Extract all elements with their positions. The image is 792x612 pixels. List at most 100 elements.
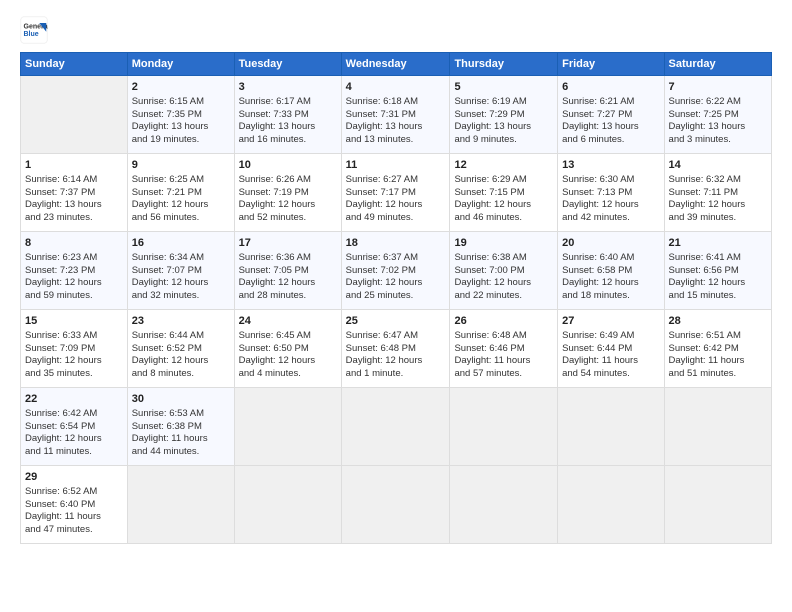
day-info: Sunset: 7:17 PM [346, 187, 446, 200]
day-info: and 42 minutes. [562, 212, 659, 225]
day-info: and 22 minutes. [454, 290, 553, 303]
day-info: Sunset: 7:21 PM [132, 187, 230, 200]
day-info: Sunset: 7:09 PM [25, 343, 123, 356]
day-info: Sunset: 7:07 PM [132, 265, 230, 278]
calendar-cell: 24Sunrise: 6:45 AMSunset: 6:50 PMDayligh… [234, 310, 341, 388]
day-info: Sunset: 6:54 PM [25, 421, 123, 434]
day-info: Daylight: 12 hours [25, 433, 123, 446]
day-info: Daylight: 13 hours [562, 121, 659, 134]
day-info: Sunset: 6:56 PM [669, 265, 767, 278]
day-info: Sunrise: 6:52 AM [25, 486, 123, 499]
calendar-cell [341, 466, 450, 544]
day-number: 10 [239, 158, 337, 173]
day-info: and 46 minutes. [454, 212, 553, 225]
col-wednesday: Wednesday [341, 53, 450, 76]
day-info: Sunset: 7:19 PM [239, 187, 337, 200]
day-number: 13 [562, 158, 659, 173]
day-number: 22 [25, 392, 123, 407]
calendar-cell [664, 388, 771, 466]
day-info: Sunset: 6:42 PM [669, 343, 767, 356]
day-number: 9 [132, 158, 230, 173]
day-info: Sunset: 7:33 PM [239, 109, 337, 122]
day-number: 28 [669, 314, 767, 329]
day-info: Sunrise: 6:51 AM [669, 330, 767, 343]
header: General Blue [20, 16, 772, 44]
day-info: Sunset: 7:13 PM [562, 187, 659, 200]
col-thursday: Thursday [450, 53, 558, 76]
day-info: Daylight: 12 hours [132, 199, 230, 212]
calendar-cell: 3Sunrise: 6:17 AMSunset: 7:33 PMDaylight… [234, 76, 341, 154]
day-info: Sunset: 6:52 PM [132, 343, 230, 356]
day-info: Sunrise: 6:53 AM [132, 408, 230, 421]
day-info: Sunrise: 6:33 AM [25, 330, 123, 343]
day-info: and 23 minutes. [25, 212, 123, 225]
day-number: 11 [346, 158, 446, 173]
day-info: Sunrise: 6:30 AM [562, 174, 659, 187]
day-info: Sunrise: 6:26 AM [239, 174, 337, 187]
calendar-cell: 17Sunrise: 6:36 AMSunset: 7:05 PMDayligh… [234, 232, 341, 310]
day-info: and 4 minutes. [239, 368, 337, 381]
day-number: 19 [454, 236, 553, 251]
calendar-cell [341, 388, 450, 466]
calendar-week-5: 29Sunrise: 6:52 AMSunset: 6:40 PMDayligh… [21, 466, 772, 544]
day-info: and 8 minutes. [132, 368, 230, 381]
calendar-cell: 9Sunrise: 6:25 AMSunset: 7:21 PMDaylight… [127, 154, 234, 232]
calendar-cell [558, 388, 664, 466]
calendar-cell [234, 388, 341, 466]
day-number: 21 [669, 236, 767, 251]
day-info: Daylight: 12 hours [346, 199, 446, 212]
day-info: Daylight: 12 hours [132, 355, 230, 368]
day-info: Sunrise: 6:44 AM [132, 330, 230, 343]
day-info: Sunset: 7:29 PM [454, 109, 553, 122]
calendar-cell: 10Sunrise: 6:26 AMSunset: 7:19 PMDayligh… [234, 154, 341, 232]
day-number: 20 [562, 236, 659, 251]
day-info: and 19 minutes. [132, 134, 230, 147]
day-info: and 52 minutes. [239, 212, 337, 225]
calendar-cell: 11Sunrise: 6:27 AMSunset: 7:17 PMDayligh… [341, 154, 450, 232]
day-info: Daylight: 12 hours [669, 277, 767, 290]
day-info: and 15 minutes. [669, 290, 767, 303]
day-number: 30 [132, 392, 230, 407]
calendar-week-3: 15Sunrise: 6:33 AMSunset: 7:09 PMDayligh… [21, 310, 772, 388]
day-info: Daylight: 12 hours [25, 355, 123, 368]
day-info: Sunrise: 6:23 AM [25, 252, 123, 265]
calendar-cell: 18Sunrise: 6:37 AMSunset: 7:02 PMDayligh… [341, 232, 450, 310]
calendar-cell: 20Sunrise: 6:40 AMSunset: 6:58 PMDayligh… [558, 232, 664, 310]
day-number: 17 [239, 236, 337, 251]
day-info: Sunrise: 6:49 AM [562, 330, 659, 343]
calendar-cell: 22Sunrise: 6:42 AMSunset: 6:54 PMDayligh… [21, 388, 128, 466]
day-info: Sunset: 7:25 PM [669, 109, 767, 122]
day-info: Daylight: 12 hours [346, 277, 446, 290]
logo: General Blue [20, 16, 52, 44]
day-number: 26 [454, 314, 553, 329]
day-number: 27 [562, 314, 659, 329]
calendar-cell: 5Sunrise: 6:19 AMSunset: 7:29 PMDaylight… [450, 76, 558, 154]
calendar-cell [234, 466, 341, 544]
day-info: Sunrise: 6:48 AM [454, 330, 553, 343]
day-info: Sunrise: 6:38 AM [454, 252, 553, 265]
day-info: Daylight: 12 hours [132, 277, 230, 290]
day-info: Daylight: 13 hours [239, 121, 337, 134]
day-info: Daylight: 12 hours [562, 277, 659, 290]
day-info: Sunset: 7:05 PM [239, 265, 337, 278]
col-sunday: Sunday [21, 53, 128, 76]
day-info: Daylight: 12 hours [239, 199, 337, 212]
logo-icon: General Blue [20, 16, 48, 44]
day-info: Sunset: 6:40 PM [25, 499, 123, 512]
day-info: and 13 minutes. [346, 134, 446, 147]
day-info: and 39 minutes. [669, 212, 767, 225]
day-number: 12 [454, 158, 553, 173]
calendar-cell: 14Sunrise: 6:32 AMSunset: 7:11 PMDayligh… [664, 154, 771, 232]
day-info: Daylight: 12 hours [454, 199, 553, 212]
day-info: Sunrise: 6:40 AM [562, 252, 659, 265]
day-number: 8 [25, 236, 123, 251]
calendar-cell: 25Sunrise: 6:47 AMSunset: 6:48 PMDayligh… [341, 310, 450, 388]
day-number: 29 [25, 470, 123, 485]
col-tuesday: Tuesday [234, 53, 341, 76]
calendar-cell: 7Sunrise: 6:22 AMSunset: 7:25 PMDaylight… [664, 76, 771, 154]
day-info: and 59 minutes. [25, 290, 123, 303]
calendar-cell: 2Sunrise: 6:15 AMSunset: 7:35 PMDaylight… [127, 76, 234, 154]
day-info: Sunset: 7:35 PM [132, 109, 230, 122]
calendar-week-1: 1Sunrise: 6:14 AMSunset: 7:37 PMDaylight… [21, 154, 772, 232]
day-info: Sunrise: 6:37 AM [346, 252, 446, 265]
